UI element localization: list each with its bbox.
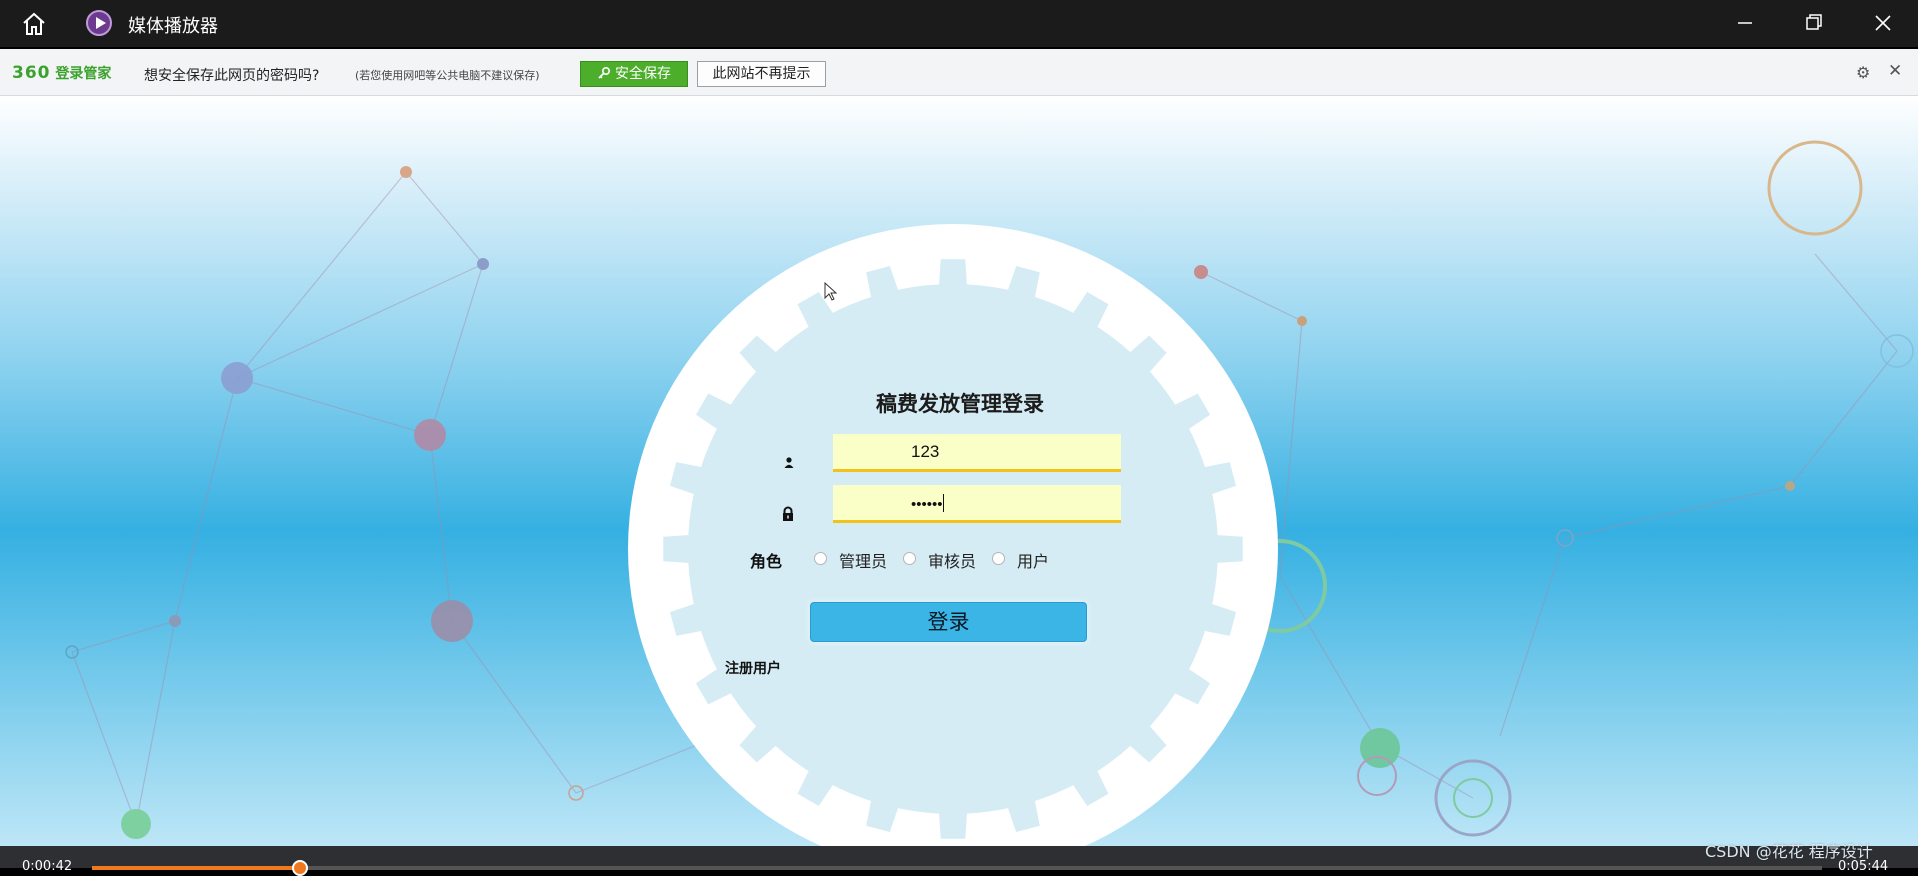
text-caret	[942, 494, 944, 512]
radio-user[interactable]	[992, 552, 1005, 565]
gear-tooth	[938, 808, 968, 839]
radio-label-reviewer: 审核员	[928, 552, 977, 571]
time-elapsed: 0:00:42	[22, 859, 73, 874]
radio-label-admin: 管理员	[839, 552, 888, 571]
radio-reviewer[interactable]	[903, 552, 916, 565]
safe-save-button[interactable]: 安全保存	[580, 61, 688, 87]
gear-tooth	[663, 534, 694, 564]
close-icon[interactable]	[1868, 9, 1898, 37]
gear-icon[interactable]: ⚙	[1856, 63, 1870, 82]
gear-dial-panel	[628, 224, 1278, 846]
progress-track[interactable]	[92, 866, 1822, 870]
save-password-question: 想安全保存此网页的密码吗?	[144, 68, 320, 84]
login-title: 稿费发放管理登录	[876, 392, 1044, 416]
minimize-icon[interactable]	[1730, 9, 1760, 37]
mouse-cursor-icon	[824, 281, 838, 302]
lock-icon	[781, 506, 795, 522]
progress-handle[interactable]	[291, 860, 308, 876]
window-title: 媒体播放器	[128, 16, 218, 37]
public-computer-note: (若您使用网吧等公共电脑不建议保存)	[355, 69, 540, 82]
username-input[interactable]	[833, 434, 1121, 469]
gear-tooth	[1212, 534, 1243, 564]
role-label: 角色	[750, 552, 783, 571]
register-link[interactable]: 注册用户	[725, 658, 781, 678]
user-icon	[782, 455, 796, 471]
radio-label-user: 用户	[1017, 552, 1050, 571]
password-field[interactable]: ••••••	[833, 485, 1121, 523]
gear-teeth-decoration	[663, 259, 1243, 839]
radio-admin[interactable]	[814, 552, 827, 565]
restore-icon[interactable]	[1798, 9, 1828, 37]
gear-tooth	[938, 259, 968, 290]
play-icon	[86, 10, 112, 36]
brand-360-logo: 360 登录管家	[12, 63, 112, 83]
username-field[interactable]	[833, 434, 1121, 472]
watermark: CSDN @花花 程序设计	[1705, 842, 1873, 861]
progress-fill	[92, 866, 300, 870]
never-for-site-button[interactable]: 此网站不再提示	[697, 61, 826, 87]
player-bar: 0:00:42 0:05:44	[0, 846, 1918, 876]
close-icon[interactable]: ✕	[1888, 61, 1902, 81]
key-icon	[597, 62, 611, 86]
title-bar: 媒体播放器	[0, 0, 1918, 49]
home-icon[interactable]	[20, 10, 48, 38]
password-save-bar: 360 登录管家 想安全保存此网页的密码吗? (若您使用网吧等公共电脑不建议保存…	[0, 49, 1918, 96]
password-mask: ••••••	[911, 494, 944, 513]
login-button[interactable]: 登录	[810, 602, 1087, 642]
